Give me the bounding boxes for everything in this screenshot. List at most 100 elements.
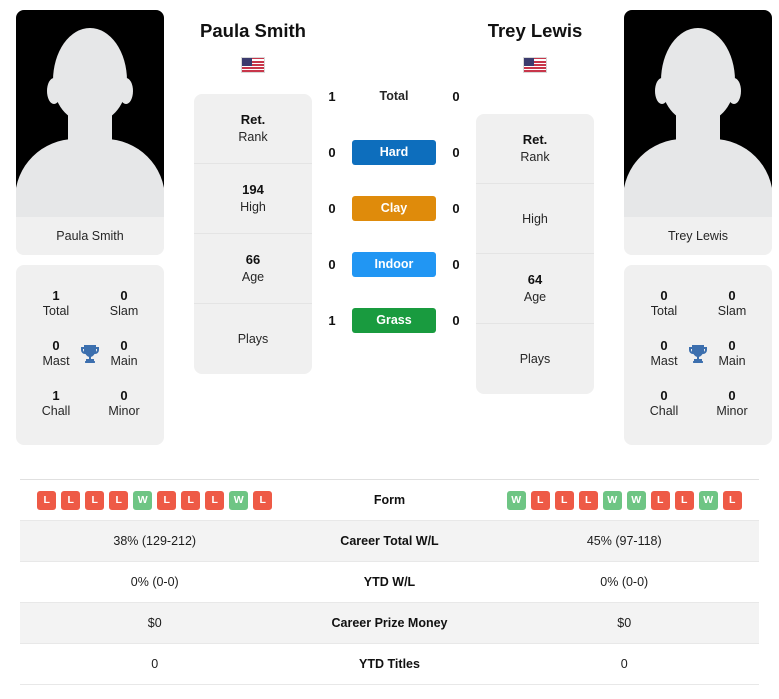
- left-info-high-value: 194: [242, 182, 264, 198]
- right-titles-total: 0 Total: [636, 288, 692, 320]
- right-surface-indoor-value: 0: [452, 256, 460, 272]
- left-titles-mast-label: Mast: [42, 354, 70, 369]
- right-player-photo-column: Trey Lewis 0 Total 0 Slam 0 Mast 0 Main …: [624, 10, 772, 445]
- form-badge-win[interactable]: W: [626, 490, 646, 510]
- stat-label: Career Prize Money: [331, 616, 448, 630]
- stat-label: Career Total W/L: [340, 534, 439, 548]
- right-stat-value: $0: [617, 616, 632, 630]
- right-titles-slam-value: 0: [728, 288, 736, 304]
- left-info-age-label: Age: [241, 270, 265, 284]
- surface-label-total: Total: [379, 88, 409, 103]
- surface-badge-grass: Grass: [352, 307, 436, 333]
- form-badge-loss[interactable]: L: [650, 490, 670, 510]
- left-info-high: 194 High: [194, 164, 312, 235]
- left-surface-indoor-value: 0: [328, 256, 336, 272]
- form-badge-loss[interactable]: L: [674, 490, 694, 510]
- form-badge-win[interactable]: W: [506, 490, 526, 510]
- left-titles-slam: 0 Slam: [96, 288, 152, 320]
- left-info-high-label: High: [240, 200, 266, 214]
- right-titles-row-1: 0 Total 0 Slam: [628, 279, 768, 329]
- left-surface-total-value: 1: [328, 88, 336, 104]
- surface-row-indoor: 0 Indoor 0: [312, 236, 476, 292]
- form-badge-loss[interactable]: L: [530, 490, 550, 510]
- left-player-photo-card[interactable]: Paula Smith: [16, 10, 164, 255]
- surface-label-total-wrap: Total: [352, 84, 436, 109]
- surface-label-clay-wrap: Clay: [352, 195, 436, 221]
- stat-label: YTD Titles: [359, 657, 420, 671]
- stats-row: 0% (0-0) YTD W/L 0% (0-0): [20, 562, 759, 603]
- form-badge-loss[interactable]: L: [37, 490, 57, 510]
- surface-row-hard: 0 Hard 0: [312, 124, 476, 180]
- surface-row-total: 1 Total 0: [312, 68, 476, 124]
- left-titles-row-1: 1 Total 0 Slam: [20, 279, 160, 329]
- right-titles-minor-label: Minor: [716, 404, 748, 419]
- form-badge-win[interactable]: W: [229, 490, 249, 510]
- left-info-age-value: 66: [245, 252, 261, 268]
- right-info-rank: Ret. Rank: [476, 114, 594, 185]
- form-badge-win[interactable]: W: [133, 490, 153, 510]
- right-stat-value: WLLLWWLLWL: [490, 490, 760, 510]
- left-titles-minor-value: 0: [120, 388, 128, 404]
- form-badge-loss[interactable]: L: [253, 490, 273, 510]
- right-info-age-label: Age: [523, 290, 547, 304]
- right-stat-value: 0% (0-0): [600, 575, 649, 589]
- right-titles-mast-label: Mast: [650, 354, 678, 369]
- silhouette-ear-right-icon: [119, 78, 133, 104]
- right-info-plays: Plays: [476, 324, 594, 394]
- form-badge-win[interactable]: W: [698, 490, 718, 510]
- stats-row: 0 YTD Titles 0: [20, 644, 759, 685]
- stats-row: $0 Career Prize Money $0: [20, 603, 759, 644]
- left-player-info-stack: Ret. Rank 194 High 66 Age Plays: [194, 94, 312, 375]
- left-stat-value: $0: [147, 616, 162, 630]
- left-player-photo-caption: Paula Smith: [16, 217, 164, 255]
- left-surface-clay-value: 0: [328, 200, 336, 216]
- stats-row: 38% (129-212) Career Total W/L 45% (97-118…: [20, 521, 759, 562]
- left-info-age: 66 Age: [194, 234, 312, 305]
- form-badge-win[interactable]: W: [602, 490, 622, 510]
- right-titles-row-2: 0 Mast 0 Main: [628, 329, 768, 379]
- left-titles-slam-label: Slam: [109, 304, 139, 319]
- form-badge-loss[interactable]: L: [578, 490, 598, 510]
- right-player-photo-card[interactable]: Trey Lewis: [624, 10, 772, 255]
- left-player-avatar-placeholder: [16, 10, 164, 217]
- silhouette-ear-left-icon: [655, 78, 669, 104]
- right-stat-value: 45% (97-118): [586, 534, 662, 548]
- silhouette-ear-right-icon: [727, 78, 741, 104]
- left-player-flag-wrap: [194, 56, 312, 78]
- surface-badge-hard: Hard: [352, 139, 436, 165]
- left-stat-value: 0% (0-0): [130, 575, 179, 589]
- stats-row: L L L L W L L L W L Form W L L L W W L L W L: [20, 480, 759, 521]
- trophy-icon: [689, 345, 707, 363]
- right-titles-chall-value: 0: [660, 388, 668, 404]
- form-badge-loss[interactable]: L: [61, 490, 81, 510]
- form-badge-loss[interactable]: L: [181, 490, 201, 510]
- left-player-name[interactable]: Paula Smith: [173, 20, 333, 42]
- right-titles-row-3: 0 Chall 0 Minor: [628, 379, 768, 429]
- stat-label: YTD W/L: [363, 575, 416, 589]
- left-titles-mast: 0 Mast: [28, 338, 84, 370]
- head-to-head-stats-table: L L L L W L L L W L Form W L L L W W L L W L 38% (129-212) Car…: [20, 479, 759, 685]
- form-badge-loss[interactable]: L: [85, 490, 105, 510]
- form-badge-loss[interactable]: L: [205, 490, 225, 510]
- right-info-high-label: High: [522, 211, 548, 226]
- form-badge-loss[interactable]: L: [722, 490, 742, 510]
- left-info-plays-label: Plays: [237, 332, 269, 347]
- form-badge-loss[interactable]: L: [109, 490, 129, 510]
- right-titles-minor: 0 Minor: [704, 388, 760, 420]
- left-titles-chall-value: 1: [52, 388, 60, 404]
- left-player-info-column: Paula Smith Ret. Rank 194 High 66 Age Pl…: [194, 10, 312, 375]
- right-titles-chall: 0 Chall: [636, 388, 692, 420]
- left-stat-value: 0: [151, 657, 159, 671]
- left-surface-hard-value: 0: [328, 144, 336, 160]
- form-badge-loss[interactable]: L: [554, 490, 574, 510]
- us-flag-icon: [523, 56, 547, 73]
- form-badge-loss[interactable]: L: [157, 490, 177, 510]
- right-titles-main-value: 0: [728, 338, 736, 354]
- right-player-name[interactable]: Trey Lewis: [455, 20, 615, 42]
- left-titles-total-label: Total: [42, 304, 70, 319]
- right-info-plays-label: Plays: [519, 352, 551, 367]
- right-player-titles-card: 0 Total 0 Slam 0 Mast 0 Main 0 Chall 0 M…: [624, 265, 772, 445]
- left-titles-total: 1 Total: [28, 288, 84, 320]
- right-info-high: High: [476, 184, 594, 255]
- silhouette-shoulders-icon: [624, 139, 772, 217]
